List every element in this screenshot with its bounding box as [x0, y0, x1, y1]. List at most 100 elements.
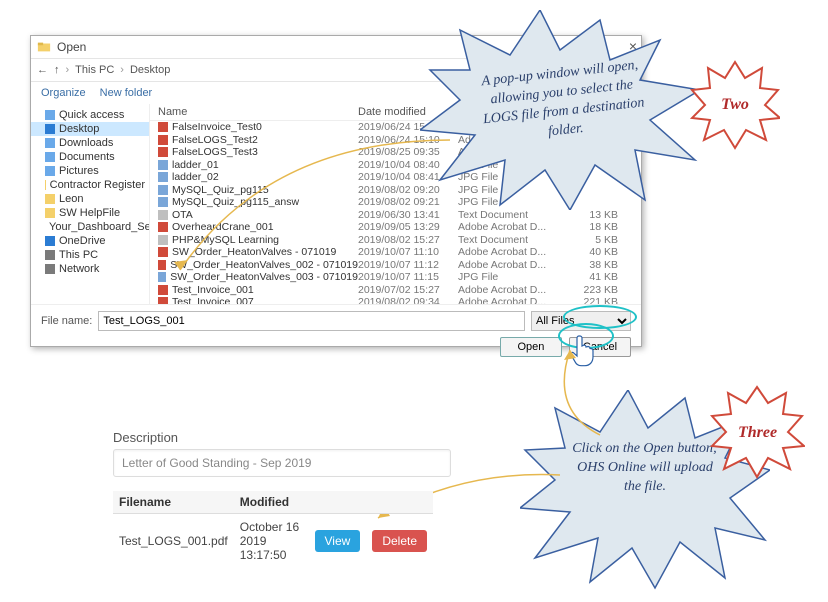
callout-popup: A pop-up window will open, allowing you … [420, 10, 700, 210]
file-icon [158, 222, 168, 232]
sidebar-item-label: Desktop [59, 123, 99, 135]
file-row[interactable]: Test_Invoice_0072019/08/02 09:34Adobe Ac… [150, 296, 641, 304]
th-modified: Modified [234, 491, 309, 514]
file-icon [158, 122, 168, 132]
view-button[interactable]: View [315, 530, 361, 552]
sidebar-item[interactable]: Quick access [31, 108, 149, 122]
file-type: Text Document [458, 234, 558, 247]
description-input[interactable] [113, 449, 451, 477]
table-row: Test_LOGS_001.pdf October 16 2019 13:17:… [113, 514, 433, 569]
file-type: JPG File [458, 271, 558, 284]
uploaded-file-panel: Description Filename Modified Test_LOGS_… [113, 430, 443, 568]
file-row[interactable]: SW_Order_HeatonValves_002 - 0710192019/1… [150, 259, 641, 272]
sidebar-item[interactable]: Documents [31, 150, 149, 164]
nav-sidebar: Quick access Desktop DownloadsDocumentsPic… [31, 104, 150, 304]
sidebar-item[interactable]: SW HelpFile [31, 206, 149, 220]
file-size: 40 KB [558, 246, 628, 259]
file-size: 41 KB [558, 271, 628, 284]
file-icon [158, 185, 168, 195]
sidebar-item-label: SW HelpFile [59, 207, 120, 219]
file-size: 18 KB [558, 221, 628, 234]
file-name: PHP&MySQL Learning [172, 234, 279, 247]
file-size: 223 KB [558, 284, 628, 297]
file-row[interactable]: PHP&MySQL Learning2019/08/02 15:27Text D… [150, 234, 641, 247]
file-icon [158, 235, 168, 245]
file-name: SW_Order_HeatonValves_003 - 071019 [170, 271, 358, 284]
folder-icon [45, 194, 55, 204]
file-type: Adobe Acrobat D... [458, 284, 558, 297]
sidebar-item-label: Contractor Register [50, 179, 145, 191]
folder-icon [45, 180, 46, 190]
file-type: Adobe Acrobat D... [458, 259, 558, 272]
sidebar-item-label: Quick access [59, 109, 124, 121]
file-date: 2019/08/02 09:34 [358, 296, 458, 304]
sidebar-item[interactable]: This PC [31, 248, 149, 262]
file-name: Test_Invoice_001 [172, 284, 254, 297]
sidebar-item-label: OneDrive [59, 235, 105, 247]
sidebar-item-label: Pictures [59, 165, 99, 177]
file-icon [158, 172, 168, 182]
nav-back-icon[interactable]: ← [37, 64, 48, 76]
file-size: 13 KB [558, 209, 628, 222]
file-name: SW_Order_HeatonValves - 071019 [172, 246, 336, 259]
file-name: OTA [172, 209, 193, 222]
file-icon [158, 285, 168, 295]
file-name: ladder_01 [172, 159, 219, 172]
filename-input[interactable] [98, 311, 525, 331]
file-row[interactable]: SW_Order_HeatonValves_003 - 0710192019/1… [150, 271, 641, 284]
filename-label: File name: [41, 315, 92, 327]
file-icon [158, 160, 168, 170]
open-button[interactable]: Open [500, 337, 562, 357]
file-row[interactable]: Test_Invoice_0012019/07/02 15:27Adobe Ac… [150, 284, 641, 297]
folder-icon [45, 236, 55, 246]
sidebar-item[interactable]: Pictures [31, 164, 149, 178]
folder-icon [37, 40, 51, 54]
file-size: 38 KB [558, 259, 628, 272]
sidebar-item[interactable]: Leon [31, 192, 149, 206]
newfolder-button[interactable]: New folder [100, 87, 153, 99]
file-icon [158, 247, 168, 257]
sidebar-item[interactable]: Downloads [31, 136, 149, 150]
folder-icon [45, 166, 55, 176]
file-icon [158, 297, 168, 304]
breadcrumb-segment[interactable]: This PC [75, 64, 114, 76]
cell-modified: October 16 2019 13:17:50 [234, 514, 309, 569]
file-type: Adobe Acrobat D... [458, 296, 558, 304]
file-size: 221 KB [558, 296, 628, 304]
nav-up-icon[interactable]: ↑ [54, 64, 60, 76]
file-name: OverheardCrane_001 [172, 221, 274, 234]
file-name: ladder_02 [172, 171, 219, 184]
file-name: FalseLOGS_Test2 [172, 134, 258, 147]
file-type: Adobe Acrobat D... [458, 246, 558, 259]
col-name[interactable]: Name [150, 106, 358, 118]
breadcrumb-segment[interactable]: Desktop [130, 64, 170, 76]
sidebar-item[interactable]: Contractor Register [31, 178, 149, 192]
organize-menu[interactable]: Organize [41, 87, 86, 99]
file-icon [158, 147, 168, 157]
sidebar-item[interactable]: Network [31, 262, 149, 276]
file-icon [158, 260, 166, 270]
sidebar-item-label: Network [59, 263, 99, 275]
file-icon [158, 197, 168, 207]
file-date: 2019/09/05 13:29 [358, 221, 458, 234]
folder-icon [45, 250, 55, 260]
sidebar-item[interactable]: Desktop [31, 122, 149, 136]
file-row[interactable]: OverheardCrane_0012019/09/05 13:29Adobe … [150, 221, 641, 234]
file-icon [158, 272, 166, 282]
sidebar-item-label: Downloads [59, 137, 113, 149]
cell-filename: Test_LOGS_001.pdf [113, 514, 234, 569]
file-date: 2019/06/30 13:41 [358, 209, 458, 222]
badge-label: Two [721, 96, 749, 114]
sidebar-item[interactable]: OneDrive [31, 234, 149, 248]
delete-button[interactable]: Delete [372, 530, 427, 552]
file-date: 2019/10/07 11:15 [358, 271, 458, 284]
file-size: 5 KB [558, 234, 628, 247]
file-name: MySQL_Quiz_pg115 [172, 184, 269, 197]
file-type: Text Document [458, 209, 558, 222]
sidebar-item[interactable]: Your_Dashboard_Se [31, 220, 149, 234]
badge-label: Three [738, 424, 777, 442]
sidebar-item-label: Leon [59, 193, 83, 205]
file-row[interactable]: OTA 2019/06/30 13:41Text Document13 KB [150, 209, 641, 222]
file-name: SW_Order_HeatonValves_002 - 071019 [170, 259, 358, 272]
file-row[interactable]: SW_Order_HeatonValves - 0710192019/10/07… [150, 246, 641, 259]
